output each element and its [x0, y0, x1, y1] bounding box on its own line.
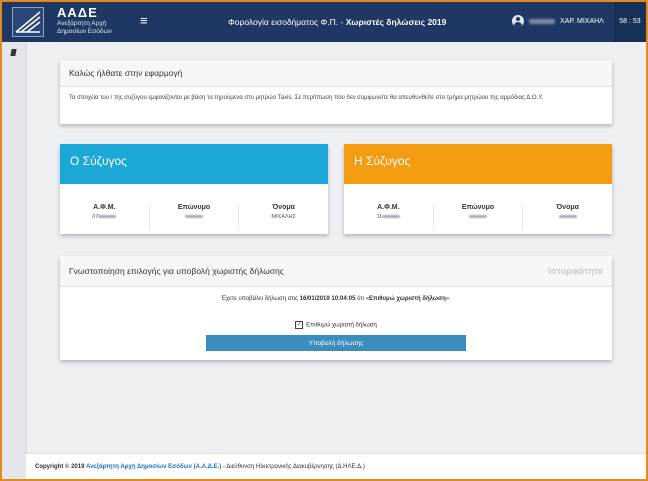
- notification-panel: Γνωστοποίηση επιλογής για υποβολή χωριστ…: [60, 256, 612, 360]
- submission-message: Έχετε υποβάλει δήλωση στις 16/01/2019 10…: [221, 296, 451, 302]
- wife-title: Η Σύζυγος: [344, 144, 612, 184]
- aade-logo-icon[interactable]: [12, 7, 44, 37]
- wife-surname: Επώνυμο: [434, 204, 524, 230]
- wife-name: Όνομα: [523, 204, 612, 230]
- app-title: Φορολογία εισοδήματος Φ.Π. - Χωριστές δη…: [228, 17, 447, 27]
- hamburger-menu-icon[interactable]: ≡: [140, 13, 148, 28]
- session-timer: 58 : 53: [614, 2, 646, 42]
- welcome-title: Καλώς ήλθατε στην εφαρμογή: [60, 60, 612, 87]
- notification-title: Γνωστοποίηση επιλογής για υποβολή χωριστ…: [69, 266, 284, 276]
- husband-surname: Επώνυμο: [150, 204, 240, 230]
- user-menu[interactable]: ΧΑΡ. ΜΙΧΑΗΛ: [512, 15, 604, 27]
- footer: Copyright © 2019 Ανεξάρτητη Αρχή Δημοσίω…: [26, 453, 646, 479]
- user-avatar-icon: [512, 15, 524, 27]
- husband-title: Ο Σύζυγος: [60, 144, 328, 184]
- wife-afm: Α.Φ.Μ. 11: [344, 204, 434, 230]
- history-link[interactable]: Ιστορικότητα: [548, 256, 603, 286]
- separate-declaration-option[interactable]: ✓ Επιθυμώ χωριστή δήλωση: [60, 321, 612, 329]
- checkbox-label: Επιθυμώ χωριστή δήλωση: [306, 322, 377, 329]
- separate-declaration-checkbox[interactable]: ✓: [295, 321, 304, 329]
- redacted-value: [382, 215, 401, 219]
- redacted-value: [469, 215, 487, 219]
- submit-declaration-button[interactable]: Υποβολή δήλωσης: [206, 335, 466, 351]
- welcome-text: Τα στοιχεία του / της συζύγου εμφανίζοντ…: [69, 95, 544, 101]
- redacted-user-id: [529, 18, 555, 24]
- redacted-value: [185, 215, 203, 219]
- sidebar: [2, 42, 27, 479]
- aade-link[interactable]: Ανεξάρτητη Αρχή Δημοσίων Εσόδων (Α.Α.Δ.Ε…: [86, 464, 221, 470]
- brand-title: ΑΑΔΕ: [57, 5, 98, 20]
- user-name: ΧΑΡ. ΜΙΧΑΗΛ: [560, 17, 604, 25]
- husband-name: Όνομα ΜΙΧΑΛΗΣ: [271, 204, 296, 220]
- top-bar: ΑΑΔΕ Ανεξάρτητη Αρχή Δημοσίων Εσόδων ≡ Φ…: [2, 2, 646, 42]
- redacted-value: [558, 215, 577, 219]
- book-icon[interactable]: [10, 49, 17, 56]
- wife-card: Η Σύζυγος Α.Φ.Μ. 11 Επώνυμο Όνομα: [344, 144, 612, 234]
- husband-card: Ο Σύζυγος Α.Φ.Μ. 07 Επώνυμο Όνομα ΜΙΧΑΛΗ…: [60, 144, 328, 234]
- brand-subtitle: Ανεξάρτητη Αρχή Δημοσίων Εσόδων: [57, 20, 112, 35]
- welcome-panel: Καλώς ήλθατε στην εφαρμογή Τα στοιχεία τ…: [60, 60, 612, 124]
- redacted-value: [98, 215, 117, 219]
- husband-afm: Α.Φ.Μ. 07: [60, 204, 150, 230]
